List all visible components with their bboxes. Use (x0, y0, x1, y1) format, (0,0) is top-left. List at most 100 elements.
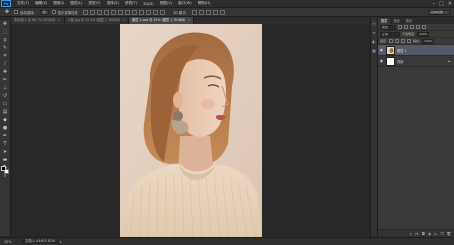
eye-icon[interactable]: ◉ (379, 48, 384, 52)
close-icon[interactable]: × (187, 17, 190, 24)
link-layers-icon[interactable]: ∞ (409, 232, 412, 236)
status-bar: 25% 文档:1.44M/3.81M ▸ (0, 237, 454, 245)
clone-stamp-icon[interactable]: ⊥ (1, 84, 10, 92)
menu-select[interactable]: 选择(S) (104, 1, 122, 6)
filter-type-icon[interactable] (410, 25, 414, 29)
path-select-icon[interactable]: ➤ (1, 148, 10, 156)
align-bottom-icon[interactable] (97, 9, 103, 15)
lock-label: 锁定: (380, 39, 388, 43)
menu-type[interactable]: 类型(Y) (85, 1, 103, 6)
auto-select-checkbox[interactable] (14, 10, 18, 14)
add-mask-icon[interactable]: ◘ (422, 232, 425, 236)
workspace-select[interactable]: 基本功能 (428, 10, 450, 15)
chevron-right-icon[interactable]: ▸ (60, 240, 62, 244)
menu-file[interactable]: 文件(F) (14, 1, 32, 6)
foreground-color-swatch[interactable] (1, 166, 6, 171)
close-button[interactable]: ✕ (448, 1, 452, 7)
history-brush-icon[interactable]: ↺ (1, 92, 10, 100)
delete-layer-icon[interactable]: 🗑︎ (446, 232, 451, 236)
distribute-left-icon[interactable] (146, 9, 152, 15)
menu-layer[interactable]: 图层(L) (67, 1, 85, 6)
lock-pixels-icon[interactable] (395, 39, 400, 43)
layer-row-background[interactable]: ◉ 背景 🔒︎ (378, 56, 454, 67)
filter-pixel-icon[interactable] (398, 25, 402, 29)
3d-pan-icon[interactable] (205, 9, 211, 15)
3d-rotate-icon[interactable] (191, 9, 197, 15)
filter-smart-icon[interactable] (422, 25, 426, 29)
document-tab[interactable]: 未标题-1 @ 66.7% (RGB/8) × (11, 17, 65, 24)
zoom-level[interactable]: 25% (4, 240, 22, 244)
shape-tool-icon[interactable]: ▬ (1, 156, 10, 164)
marquee-tool-icon[interactable]: ⬚ (1, 28, 10, 36)
lock-position-icon[interactable] (401, 39, 406, 43)
distribute-right-icon[interactable] (160, 9, 166, 15)
align-top-icon[interactable] (83, 9, 89, 15)
close-icon[interactable]: × (58, 17, 61, 24)
lock-transparent-icon[interactable] (389, 39, 394, 43)
tab-paths[interactable]: 路径 (403, 18, 415, 24)
layer-filter-select[interactable]: 类型 (380, 24, 396, 30)
3d-slide-icon[interactable] (212, 9, 218, 15)
distribute-top-icon[interactable] (125, 9, 131, 15)
dodge-icon[interactable]: ● (1, 124, 10, 132)
menu-view[interactable]: 视图(V) (157, 1, 175, 6)
blend-mode-select[interactable]: 正常 (380, 31, 400, 37)
menu-window[interactable]: 窗口(W) (175, 1, 195, 6)
move-tool-icon[interactable]: ✥ (2, 9, 12, 16)
fill-field[interactable]: 100% (422, 38, 435, 44)
swatches-panel-icon[interactable]: ▦ (371, 47, 377, 53)
tab-channels[interactable]: 通道 (390, 18, 402, 24)
adjustment-layer-icon[interactable]: ◑ (428, 232, 431, 236)
align-vcenter-icon[interactable] (90, 9, 96, 15)
lasso-tool-icon[interactable]: ϙ (1, 36, 10, 44)
close-icon[interactable]: × (122, 17, 125, 24)
layer-row-1[interactable]: ◉ 图层 1 (378, 45, 454, 56)
properties-panel-icon[interactable]: ≡ (371, 29, 377, 35)
menu-help[interactable]: 帮助(H) (195, 1, 214, 6)
pen-tool-icon[interactable]: ✒ (1, 132, 10, 140)
distribute-hcenter-icon[interactable] (153, 9, 159, 15)
menu-edit[interactable]: 编辑(E) (32, 1, 50, 6)
minimize-button[interactable]: – (433, 1, 436, 7)
portrait-photo[interactable] (120, 24, 262, 237)
eraser-icon[interactable]: ▭ (1, 100, 10, 108)
history-panel-icon[interactable]: ◷ (371, 20, 377, 26)
transform-controls-checkbox[interactable] (51, 10, 56, 14)
3d-roll-icon[interactable] (198, 9, 204, 15)
distribute-vcenter-icon[interactable] (132, 9, 138, 15)
auto-select-dropdown[interactable]: 组 (39, 9, 49, 15)
document-tab[interactable]: 人像.jpg @ 33.3% (图层 1, RGB/8) × (64, 17, 130, 24)
move-tool-icon[interactable]: ✥ (1, 20, 10, 28)
opacity-field[interactable]: 100% (417, 31, 430, 37)
type-tool-icon[interactable]: T (1, 140, 10, 148)
canvas-area[interactable] (11, 24, 370, 237)
adjustments-panel-icon[interactable]: ◐ (371, 38, 377, 44)
layer-thumbnail (386, 56, 395, 66)
menu-image[interactable]: 图像(I) (50, 1, 67, 6)
align-hcenter-icon[interactable] (111, 9, 117, 15)
menu-filter[interactable]: 滤镜(T) (122, 1, 140, 6)
lock-icon: 🔒︎ (448, 59, 450, 63)
3d-scale-icon[interactable] (219, 9, 225, 15)
crop-tool-icon[interactable]: ⌗ (1, 52, 10, 60)
align-left-icon[interactable] (104, 9, 110, 15)
tab-layers[interactable]: 图层 (378, 18, 391, 24)
healing-brush-icon[interactable]: ✚ (1, 68, 10, 76)
align-right-icon[interactable] (118, 9, 124, 15)
lock-all-icon[interactable] (407, 39, 412, 43)
filter-adjust-icon[interactable] (404, 25, 408, 29)
filter-shape-icon[interactable] (416, 25, 420, 29)
document-tab-active[interactable]: 图层 1.psd @ 25% (图层 1, RGB/8) × (129, 17, 195, 24)
distribute-bottom-icon[interactable] (139, 9, 145, 15)
maximize-button[interactable]: □ (439, 1, 444, 7)
gradient-icon[interactable]: ▤ (1, 108, 10, 116)
menu-3d[interactable]: 3D(D) (140, 2, 157, 6)
new-group-icon[interactable]: ▭ (434, 232, 437, 236)
blur-icon[interactable]: ◆ (1, 116, 10, 124)
eye-icon[interactable]: ◉ (379, 59, 384, 63)
quick-select-icon[interactable]: ✎ (1, 44, 10, 52)
brush-tool-icon[interactable]: ✏ (1, 76, 10, 84)
eyedropper-icon[interactable]: ⁄ (1, 60, 10, 68)
layer-style-icon[interactable]: ƒx (415, 232, 418, 236)
new-layer-icon[interactable]: ❐ (440, 232, 443, 236)
